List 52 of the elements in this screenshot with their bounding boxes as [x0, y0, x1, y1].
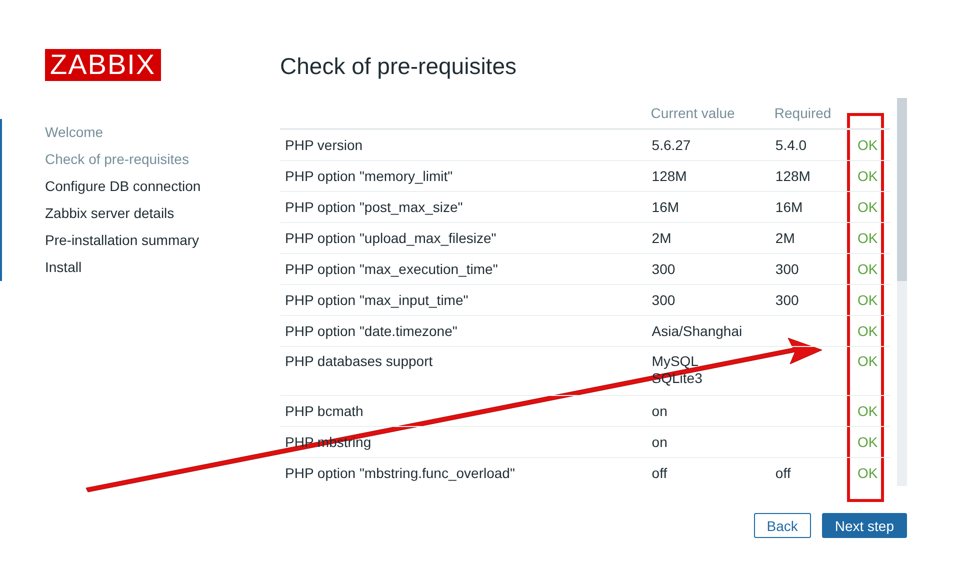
table-cell: 128M	[775, 168, 810, 184]
table-cell-text: 5.6.27	[652, 137, 692, 153]
table-cell: PHP option "upload_max_filesize"	[285, 230, 496, 246]
table-cell: 2M	[775, 230, 795, 246]
status-text: OK	[857, 199, 878, 215]
table-cell-text: Asia/Shanghai	[652, 323, 744, 339]
table-cell-text: 2M	[652, 230, 672, 246]
table-cell: PHP option "max_input_time"	[285, 292, 468, 308]
status-text: OK	[857, 323, 878, 339]
table-cell: 16M	[775, 199, 803, 215]
back-button[interactable]: Back	[754, 513, 811, 538]
status-text: OK	[857, 292, 878, 308]
next-step-button[interactable]: Next step	[822, 513, 907, 538]
step-item[interactable]: Install	[45, 254, 280, 281]
table-cell-text: SQLite3	[652, 370, 704, 386]
table-cell: 300	[775, 261, 799, 277]
table-cell: PHP option "max_execution_time"	[285, 261, 498, 277]
step-item[interactable]: Zabbix server details	[45, 200, 280, 227]
status-text: OK	[857, 230, 878, 246]
step-item[interactable]: Pre-installation summary	[45, 227, 280, 254]
status-text: OK	[857, 434, 878, 450]
page-title: Check of pre-requisites	[280, 52, 518, 81]
status-text: OK	[857, 403, 878, 419]
table-cell: PHP bcmath	[285, 403, 364, 419]
zabbix-logo: ZABBIX	[45, 49, 161, 81]
table-cell: PHP option "post_max_size"	[285, 199, 463, 215]
table-cell-text: 300	[652, 261, 676, 277]
table-cell: PHP databases support	[285, 353, 433, 369]
table-cell: PHP version	[285, 137, 363, 153]
table-cell-text: on	[652, 403, 668, 419]
table-cell-text: on	[652, 434, 668, 450]
status-text: OK	[857, 168, 878, 184]
table-cell-text: 128M	[652, 168, 688, 184]
status-text: OK	[857, 353, 878, 369]
table-cell-text: off	[652, 465, 668, 481]
table-cell: PHP option "memory_limit"	[285, 168, 453, 184]
status-text: OK	[857, 137, 878, 153]
status-text: OK	[857, 465, 878, 481]
table-cell: 300	[775, 292, 799, 308]
table-cell: off	[775, 465, 791, 481]
scrollbar-thumb[interactable]	[897, 98, 907, 281]
column-header: Current value	[650, 105, 735, 121]
table-cell-text: 300	[652, 292, 676, 308]
table-cell: 5.4.0	[775, 137, 807, 153]
step-item[interactable]: Configure DB connection	[45, 173, 280, 200]
table-cell: PHP option "date.timezone"	[285, 323, 458, 339]
column-header: Required	[774, 105, 832, 121]
status-text: OK	[857, 261, 878, 277]
table-cell-text: MySQL	[652, 353, 700, 369]
table-cell: PHP option "mbstring.func_overload"	[285, 465, 515, 481]
table-cell-text: 16M	[652, 199, 680, 215]
scrollbar[interactable]	[897, 98, 907, 486]
